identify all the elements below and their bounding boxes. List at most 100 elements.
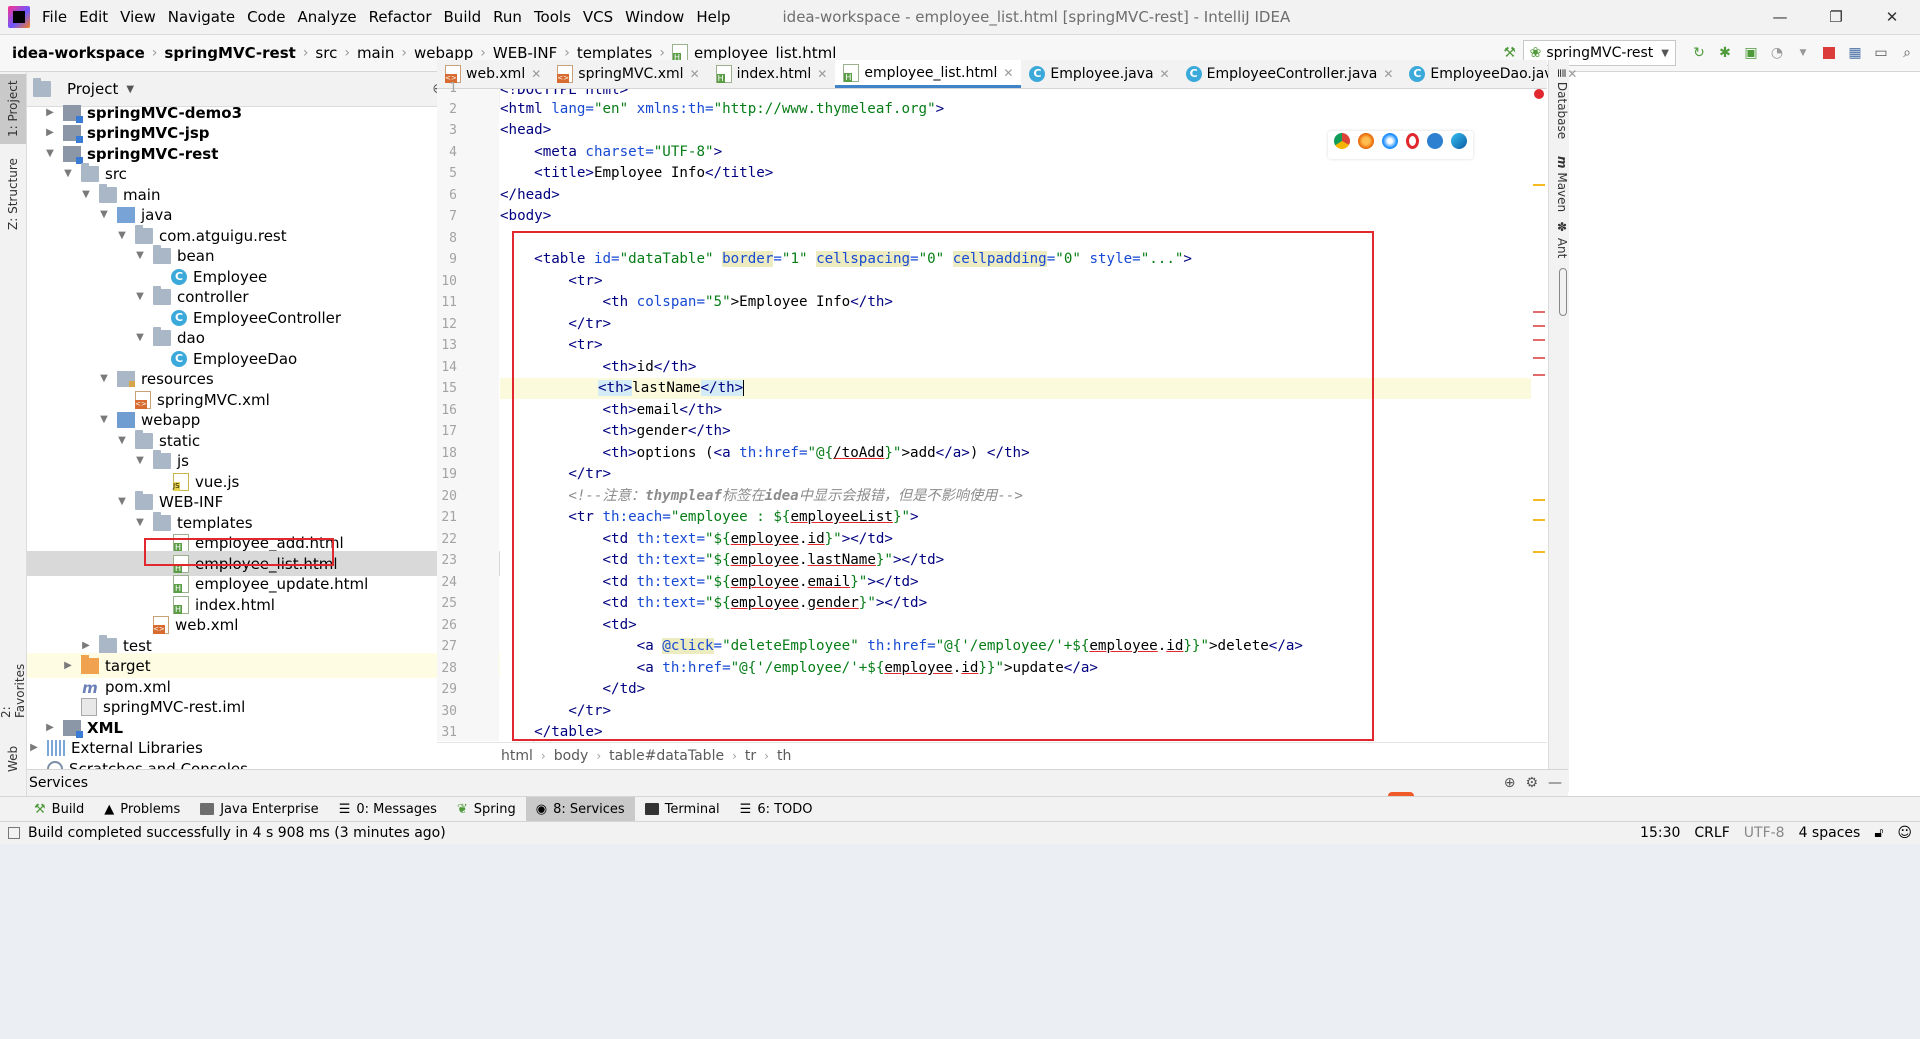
minimize-icon[interactable]: — [1752, 0, 1808, 34]
close-icon[interactable]: ✕ [1864, 0, 1920, 34]
chevron-down-icon[interactable]: ▼ [97, 373, 111, 384]
search-icon[interactable]: ⌕ [1894, 40, 1920, 66]
safari-icon[interactable] [1382, 133, 1398, 149]
chevron-down-icon[interactable]: ▼ [115, 496, 129, 507]
menu-analyze[interactable]: Analyze [291, 8, 362, 26]
chevron-right-icon[interactable]: ▶ [61, 660, 75, 671]
chevron-down-icon[interactable]: ▼ [126, 84, 134, 95]
inspector-icon[interactable]: ☺ [1897, 825, 1912, 841]
caret-position[interactable]: 15:30 [1640, 825, 1680, 841]
chevron-right-icon[interactable]: ▶ [43, 722, 57, 733]
structure-tool-tab[interactable]: Z: Structure [0, 154, 26, 234]
chevron-down-icon[interactable]: ▼ [79, 189, 93, 200]
error-mark[interactable] [1533, 325, 1545, 327]
menu-navigate[interactable]: Navigate [162, 8, 241, 26]
stop-icon[interactable] [1816, 40, 1842, 66]
indent-setting[interactable]: 4 spaces [1799, 825, 1861, 841]
crumb-body[interactable]: body [546, 748, 597, 764]
ie-icon[interactable] [1427, 133, 1443, 149]
close-icon[interactable]: ✕ [1003, 66, 1013, 80]
tab-employee-java[interactable]: C Employee.java ✕ [1021, 60, 1177, 88]
warning-mark[interactable] [1533, 519, 1545, 521]
tool-todo[interactable]: ☰ 6: TODO [730, 797, 823, 821]
tool-build[interactable]: ⚒ Build [24, 797, 94, 821]
opera-icon[interactable] [1406, 133, 1419, 149]
project-panel-title[interactable]: Project [67, 80, 118, 98]
menu-build[interactable]: Build [438, 8, 488, 26]
firefox-icon[interactable] [1358, 133, 1374, 149]
error-indicator-icon[interactable] [1534, 89, 1544, 99]
chevron-down-icon[interactable]: ▼ [115, 435, 129, 446]
layout-icon[interactable]: ▭ [1868, 40, 1894, 66]
chevron-down-icon[interactable]: ▼ [43, 148, 57, 159]
chevron-right-icon[interactable]: ▶ [79, 640, 93, 651]
lock-icon[interactable]: 🔓︎ [1874, 825, 1883, 841]
crumb-tr[interactable]: tr [737, 748, 764, 764]
tool-java-enterprise[interactable]: Java Enterprise [190, 797, 328, 821]
crumb-workspace[interactable]: idea-workspace [8, 44, 149, 62]
tool-problems[interactable]: ▲ Problems [94, 797, 190, 821]
chevron-right-icon[interactable]: ▶ [43, 127, 57, 138]
chevron-down-icon[interactable]: ▼ [115, 230, 129, 241]
error-mark[interactable] [1533, 311, 1545, 313]
menu-help[interactable]: Help [690, 8, 736, 26]
tool-services[interactable]: ◉ 8: Services [525, 797, 635, 821]
profile-icon[interactable]: ◔ [1764, 40, 1790, 66]
crumb-table[interactable]: table#dataTable [601, 748, 732, 764]
tool-messages[interactable]: ☰ 0: Messages [329, 797, 447, 821]
menu-tools[interactable]: Tools [528, 8, 577, 26]
rerun-icon[interactable]: ↻ [1686, 40, 1712, 66]
chevron-down-icon[interactable]: ▼ [61, 168, 75, 179]
menu-vcs[interactable]: VCS [577, 8, 619, 26]
chevron-down-icon[interactable]: ▼ [1790, 40, 1816, 66]
chevron-down-icon[interactable]: ▼ [97, 414, 111, 425]
tab-springmvc-xml[interactable]: springMVC.xml ✕ [549, 60, 707, 88]
crumb-module[interactable]: springMVC-rest [160, 44, 299, 62]
tab-employee-controller[interactable]: C EmployeeController.java ✕ [1178, 60, 1402, 88]
database-tool-tab[interactable]: ≣ Database [1549, 68, 1569, 139]
close-icon[interactable]: ✕ [531, 67, 541, 81]
restore-icon[interactable]: ❐ [1808, 0, 1864, 34]
crumb-th[interactable]: th [769, 748, 799, 764]
crumb-html[interactable]: html [493, 748, 541, 764]
chevron-down-icon[interactable]: ▼ [133, 332, 147, 343]
chevron-down-icon[interactable]: ▼ [97, 209, 111, 220]
chevron-right-icon[interactable]: ▶ [27, 742, 41, 753]
chevron-down-icon[interactable]: ▼ [133, 250, 147, 261]
project-structure-icon[interactable]: ▦ [1842, 40, 1868, 66]
chevron-right-icon[interactable]: ▶ [43, 107, 57, 118]
chevron-down-icon[interactable]: ▼ [133, 455, 147, 466]
file-encoding[interactable]: UTF-8 [1744, 825, 1785, 841]
debug-icon[interactable]: ✱ [1712, 40, 1738, 66]
warning-mark[interactable] [1533, 551, 1545, 553]
close-icon[interactable]: ✕ [690, 67, 700, 81]
tool-spring[interactable]: ❦ Spring [447, 797, 526, 821]
error-mark[interactable] [1533, 357, 1545, 359]
status-toggle-icon[interactable] [8, 827, 20, 839]
crumb-main[interactable]: main [353, 44, 398, 62]
hide-icon[interactable]: — [1548, 775, 1562, 791]
menu-code[interactable]: Code [241, 8, 291, 26]
chrome-icon[interactable] [1334, 133, 1350, 149]
scrollbar-thumb[interactable] [1559, 268, 1567, 316]
menu-window[interactable]: Window [619, 8, 690, 26]
add-service-icon[interactable]: ⊕ [1504, 775, 1516, 791]
menu-edit[interactable]: Edit [73, 8, 114, 26]
project-tool-tab[interactable]: 1: Project [0, 74, 26, 144]
close-icon[interactable]: ✕ [817, 67, 827, 81]
error-mark[interactable] [1533, 339, 1545, 341]
tab-employee-list[interactable]: employee_list.html ✕ [835, 60, 1022, 88]
ant-tool-tab[interactable]: ✽ Ant [1549, 220, 1569, 258]
error-mark[interactable] [1533, 374, 1545, 376]
crumb-src[interactable]: src [311, 44, 341, 62]
menu-view[interactable]: View [114, 8, 162, 26]
line-separator[interactable]: CRLF [1694, 825, 1729, 841]
chevron-down-icon[interactable]: ▼ [133, 291, 147, 302]
coverage-icon[interactable]: ▣ [1738, 40, 1764, 66]
favorites-tool-tab[interactable]: 2: Favorites [0, 652, 27, 718]
warning-mark[interactable] [1533, 184, 1545, 186]
services-title[interactable]: Services [29, 775, 88, 791]
maven-tool-tab[interactable]: m Maven [1549, 156, 1569, 212]
web-tool-tab[interactable]: Web [0, 742, 26, 776]
menu-refactor[interactable]: Refactor [363, 8, 438, 26]
